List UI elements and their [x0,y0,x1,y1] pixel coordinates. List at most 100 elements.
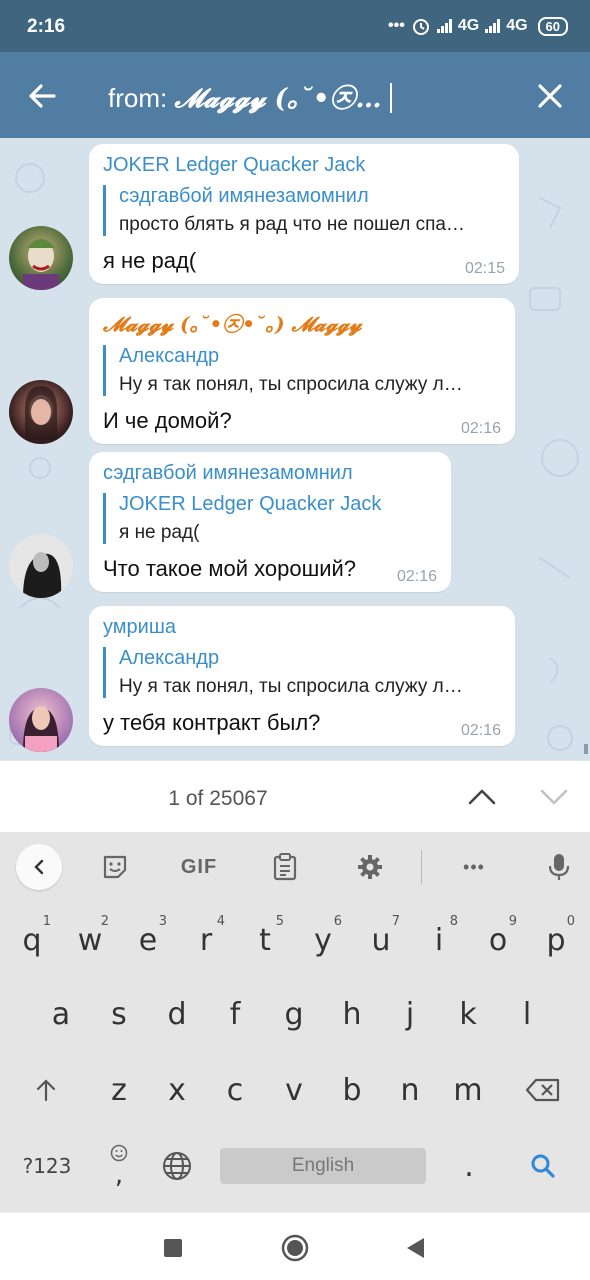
emoji-comma-key[interactable]: , [90,1130,148,1202]
period-key[interactable]: . [440,1130,498,1202]
collapse-toolbar-button[interactable] [16,844,62,890]
search-key[interactable] [514,1130,572,1202]
clipboard-button[interactable] [263,846,307,888]
sender-name[interactable]: JOKER Ledger Quacker Jack [103,154,505,177]
results-counter: 1 of 25067 [168,787,268,810]
settings-button[interactable] [348,846,392,888]
space-bar[interactable]: English [220,1148,426,1184]
avatar[interactable] [9,226,73,290]
key-r[interactable]: r4 [177,904,235,976]
globe-icon [163,1152,191,1180]
key-hint: 9 [508,914,517,929]
reply-quote[interactable]: JOKER Ledger Quacker Jack я не рад( [103,493,437,544]
key-m[interactable]: m [439,1054,497,1126]
reply-text: Ну я так понял, ты спросила служу л… [119,374,463,395]
more-options-button[interactable]: ••• [452,846,496,888]
message-bubble[interactable]: умриша Александр Ну я так понял, ты спро… [89,606,515,746]
recent-apps-icon[interactable] [158,1233,188,1263]
key-label: q [22,922,42,958]
gif-label: GIF [180,855,218,878]
backspace-key[interactable] [514,1054,572,1126]
reply-text: просто блять я рад что не пошел спа… [119,214,465,235]
shift-key[interactable] [17,1054,75,1126]
key-z[interactable]: z [90,1054,148,1126]
key-o[interactable]: o9 [469,904,527,976]
key-u[interactable]: u7 [352,904,410,976]
close-icon[interactable] [532,78,568,114]
avatar[interactable] [9,688,73,752]
keyboard: GIF ••• q1 w2 e3 r4 t5 y6 u7 i8 o9 p0 a … [0,832,590,1212]
key-d[interactable]: d [148,978,206,1050]
reply-author: Александр [119,647,220,669]
key-a[interactable]: a [32,978,90,1050]
reply-text: Ну я так понял, ты спросила служу л… [119,676,463,697]
reply-quote[interactable]: Александр Ну я так понял, ты спросила сл… [103,345,501,396]
message-bubble[interactable]: сэдгавбой имянезамомнил JOKER Ledger Qua… [89,452,451,592]
message-time: 02:16 [460,722,501,739]
sticker-icon [103,855,127,879]
key-g[interactable]: g [265,978,323,1050]
key-hint: 2 [100,914,109,929]
back-triangle-icon[interactable] [400,1233,430,1263]
backspace-icon [525,1078,560,1102]
key-i[interactable]: i8 [410,904,468,976]
key-label: e [138,922,158,958]
key-label: o [488,922,508,958]
key-n[interactable]: n [381,1054,439,1126]
voice-input-button[interactable] [537,846,581,888]
key-y[interactable]: y6 [294,904,352,976]
reply-quote[interactable]: Александр Ну я так понял, ты спросила сл… [103,647,501,698]
search-prefix: from: [108,83,175,113]
key-v[interactable]: v [265,1054,323,1126]
sender-name[interactable]: сэдгавбой имянезамомнил [103,462,437,485]
key-hint: 0 [566,914,575,929]
search-results-bar: 1 of 25067 [0,760,590,832]
home-icon[interactable] [280,1233,310,1263]
key-c[interactable]: c [206,1054,264,1126]
key-h[interactable]: h [323,978,381,1050]
key-b[interactable]: b [323,1054,381,1126]
reply-quote[interactable]: сэдгавбой имянезамомнил просто блять я р… [103,185,505,236]
key-e[interactable]: e3 [119,904,177,976]
chevron-left-icon [34,859,44,875]
system-nav-bar [0,1212,590,1280]
chevron-down-icon[interactable] [538,783,570,811]
alarm-icon [412,19,429,35]
status-time: 2:16 [27,16,66,37]
back-arrow-icon[interactable] [22,76,62,116]
reply-text: я не рад( [119,522,200,543]
key-p[interactable]: p0 [527,904,585,976]
key-k[interactable]: k [439,978,497,1050]
chat-area[interactable]: JOKER Ledger Quacker Jack сэдгавбой имян… [0,138,590,760]
more-dots-icon: ••• [388,17,405,34]
gif-button[interactable]: GIF [177,846,221,888]
symbols-key[interactable]: ?123 [18,1130,76,1202]
message-time: 02:15 [464,260,505,277]
key-t[interactable]: t5 [236,904,294,976]
message-bubble[interactable]: 𝓜𝓪𝓰𝓰𝔂 (｡˘•㉨•˘｡) 𝓜𝓪𝓰𝓰𝔂 Александр Ну я так… [89,298,515,444]
avatar[interactable] [9,534,73,598]
message-text: я не рад( [103,248,197,273]
key-s[interactable]: s [90,978,148,1050]
scrollbar[interactable] [584,744,588,754]
sender-name[interactable]: 𝓜𝓪𝓰𝓰𝔂 (｡˘•㉨•˘｡) 𝓜𝓪𝓰𝓰𝔂 [103,308,501,337]
search-input[interactable]: from: 𝓜𝓪𝓰𝓰𝔂 (｡˘•㉨… [108,78,392,115]
key-w[interactable]: w2 [61,904,119,976]
key-l[interactable]: l [498,978,556,1050]
clipboard-icon [273,853,297,881]
sticker-button[interactable] [93,846,137,888]
network-type-2: 4G [506,17,528,34]
key-label: r [199,922,213,958]
chevron-up-icon[interactable] [466,783,498,811]
key-j[interactable]: j [381,978,439,1050]
avatar[interactable] [9,380,73,444]
shift-arrow-icon [36,1079,56,1102]
key-f[interactable]: f [206,978,264,1050]
sender-name[interactable]: умриша [103,616,501,639]
key-x[interactable]: x [148,1054,206,1126]
language-key[interactable] [148,1130,206,1202]
reply-author: Александр [119,345,220,367]
message-bubble[interactable]: JOKER Ledger Quacker Jack сэдгавбой имян… [89,144,519,284]
key-label: t [259,922,271,958]
key-q[interactable]: q1 [3,904,61,976]
